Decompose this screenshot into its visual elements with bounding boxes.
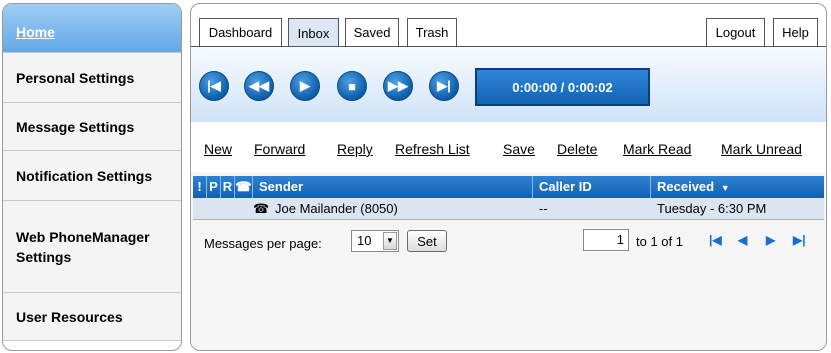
first-page-icon[interactable]: |◀ xyxy=(709,233,722,247)
phone-icon: ☎ xyxy=(235,179,252,194)
sidebar: Home Personal Settings Message Settings … xyxy=(2,3,182,351)
save-link[interactable]: Save xyxy=(503,141,535,157)
delete-link[interactable]: Delete xyxy=(557,141,597,157)
help-label: Help xyxy=(782,25,809,40)
urgent-column-header[interactable]: ! xyxy=(193,176,207,198)
skip-start-icon: |◀ xyxy=(207,78,221,93)
row-sender: Joe Mailander (8050) xyxy=(275,201,398,216)
tab-inbox[interactable]: Inbox xyxy=(288,18,339,47)
help-button[interactable]: Help xyxy=(773,18,818,46)
tab-dashboard-label: Dashboard xyxy=(208,25,273,40)
tab-saved[interactable]: Saved xyxy=(345,18,399,46)
playback-time-display: 0:00:00 / 0:00:02 xyxy=(475,68,650,106)
main-panel: Dashboard Inbox Saved Trash Logout Help … xyxy=(190,3,827,351)
message-actions: New Forward Reply Refresh List Save Dele… xyxy=(191,122,826,172)
sidebar-item-message-settings[interactable]: Message Settings xyxy=(3,103,181,151)
pagination-bar: Messages per page: 10 ▼ Set 1 to 1 of 1 … xyxy=(191,228,826,258)
last-page-icon[interactable]: ▶| xyxy=(793,233,806,247)
mark-unread-link[interactable]: Mark Unread xyxy=(721,141,802,157)
page-range-text: to 1 of 1 xyxy=(636,234,683,249)
phone-column-header[interactable]: ☎ xyxy=(235,176,253,198)
row-caller-id: -- xyxy=(539,201,548,216)
sidebar-item-label: Personal Settings xyxy=(16,69,135,86)
sidebar-item-label: User Resources xyxy=(16,308,123,325)
mark-read-link[interactable]: Mark Read xyxy=(623,141,691,157)
received-label: Received xyxy=(657,179,715,194)
phone-message-icon: ☎ xyxy=(253,201,270,216)
sidebar-item-label: Home xyxy=(16,24,55,40)
next-page-icon[interactable]: ▶ xyxy=(766,233,775,247)
receipt-column-header[interactable]: R xyxy=(221,176,235,198)
forward-link[interactable]: Forward xyxy=(254,141,305,157)
sender-column-header[interactable]: Sender xyxy=(253,176,533,198)
audio-player: |◀ ◀◀ ▶ ■ ▶▶ ▶| 0:00:00 / 0:00:02 xyxy=(191,47,826,122)
previous-page-icon[interactable]: ◀ xyxy=(738,233,747,247)
row-received: Tuesday - 6:30 PM xyxy=(657,201,767,216)
stop-icon: ■ xyxy=(348,78,356,94)
per-page-value: 10 xyxy=(357,233,372,248)
rewind-button[interactable]: ◀◀ xyxy=(244,71,274,101)
sidebar-item-label: Notification Settings xyxy=(16,167,153,184)
messages-per-page-label: Messages per page: xyxy=(204,236,322,251)
new-link[interactable]: New xyxy=(204,141,232,157)
tab-saved-label: Saved xyxy=(353,25,391,40)
reply-link[interactable]: Reply xyxy=(337,141,373,157)
tab-dashboard[interactable]: Dashboard xyxy=(199,18,282,46)
caller-id-column-header[interactable]: Caller ID xyxy=(533,176,651,198)
fast-forward-icon: ▶▶ xyxy=(388,78,408,93)
private-column-header[interactable]: P xyxy=(207,176,221,198)
sidebar-item-home[interactable]: Home xyxy=(3,4,181,53)
play-button[interactable]: ▶ xyxy=(290,71,320,101)
refresh-list-link[interactable]: Refresh List xyxy=(395,141,470,157)
rewind-icon: ◀◀ xyxy=(249,78,269,93)
message-table-header: ! P R ☎ Sender Caller ID Received ▼ xyxy=(193,176,824,198)
sidebar-item-personal-settings[interactable]: Personal Settings xyxy=(3,53,181,103)
messages-per-page-select[interactable]: 10 ▼ xyxy=(351,230,399,252)
sort-descending-icon: ▼ xyxy=(720,183,730,193)
table-row[interactable]: ☎ Joe Mailander (8050) -- Tuesday - 6:30… xyxy=(193,198,824,220)
stop-button[interactable]: ■ xyxy=(337,71,367,101)
set-button[interactable]: Set xyxy=(407,230,447,252)
tab-inbox-label: Inbox xyxy=(297,25,330,41)
page-number-input[interactable]: 1 xyxy=(583,229,629,251)
sidebar-item-label: Message Settings xyxy=(16,118,135,135)
received-column-header[interactable]: Received ▼ xyxy=(651,176,824,198)
tab-trash-label: Trash xyxy=(415,25,449,40)
tab-trash[interactable]: Trash xyxy=(407,18,457,46)
sidebar-item-label: Web PhoneManager Settings xyxy=(16,228,150,265)
logout-button[interactable]: Logout xyxy=(706,18,765,46)
sidebar-item-web-phonemanager-settings[interactable]: Web PhoneManager Settings xyxy=(3,201,181,293)
sidebar-item-user-resources[interactable]: User Resources xyxy=(3,293,181,341)
logout-label: Logout xyxy=(715,25,756,40)
skip-to-start-button[interactable]: |◀ xyxy=(199,71,229,101)
play-icon: ▶ xyxy=(300,78,310,93)
inbox-content: |◀ ◀◀ ▶ ■ ▶▶ ▶| 0:00:00 / 0:00:02 New Fo… xyxy=(191,46,826,350)
skip-end-icon: ▶| xyxy=(437,78,451,93)
skip-to-end-button[interactable]: ▶| xyxy=(429,71,459,101)
fast-forward-button[interactable]: ▶▶ xyxy=(383,71,413,101)
sidebar-item-notification-settings[interactable]: Notification Settings xyxy=(3,151,181,201)
chevron-down-icon: ▼ xyxy=(383,232,397,250)
